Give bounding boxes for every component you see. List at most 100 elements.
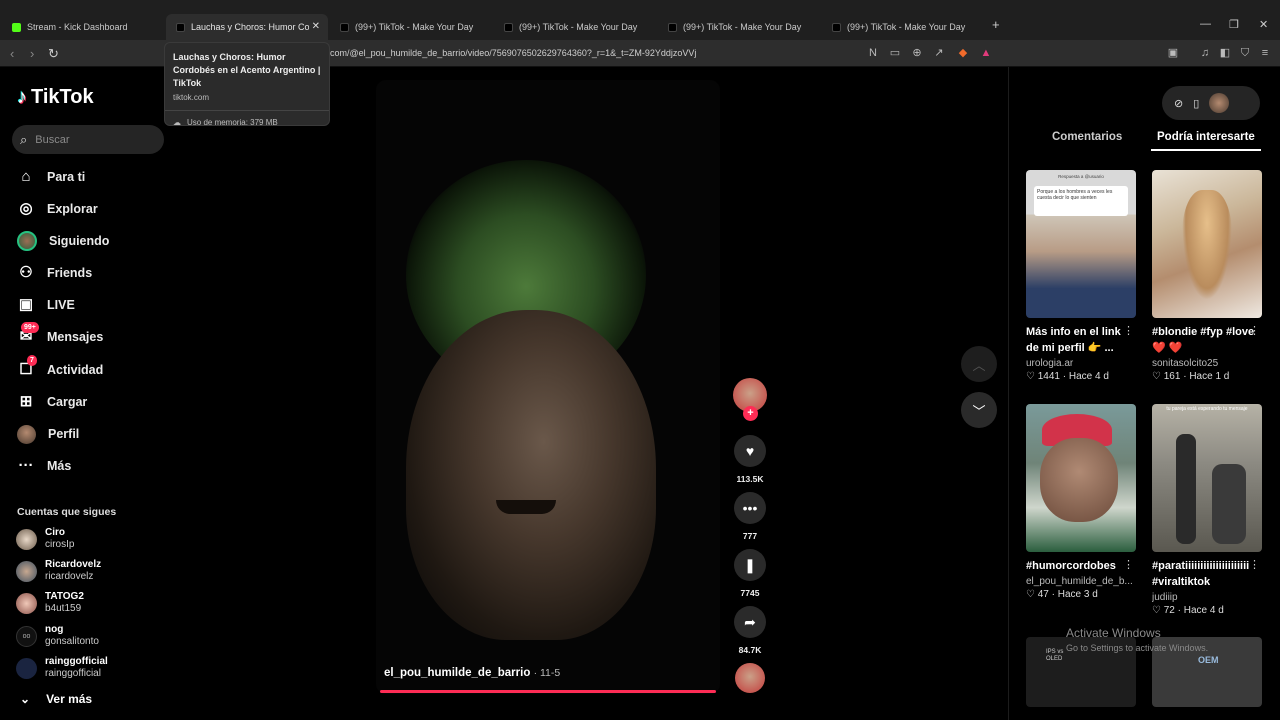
kebab-menu-icon[interactable]: ⋮ xyxy=(1123,324,1134,337)
sidebar-item-explorar[interactable]: ◎ Explorar xyxy=(17,197,97,221)
card-likes: 161 xyxy=(1163,371,1181,382)
browser-tab[interactable]: (99+) TikTok - Make Your Day xyxy=(822,14,984,40)
sidebar-item-mas[interactable]: ··· Más xyxy=(17,454,72,478)
browser-tab[interactable]: (99+) TikTok - Make Your Day xyxy=(494,14,656,40)
new-tab-button[interactable]: + xyxy=(992,17,1000,32)
music-icon[interactable]: ♫ xyxy=(1198,46,1212,60)
restore-icon[interactable]: ❐ xyxy=(1229,18,1239,31)
tab-label: (99+) TikTok - Make Your Day xyxy=(519,22,638,32)
search-input[interactable]: ⌕ Buscar xyxy=(12,125,164,154)
sidebar-item-siguiendo[interactable]: Siguiendo xyxy=(17,229,109,253)
back-icon[interactable]: ‹ xyxy=(10,46,14,61)
browser-tab-active[interactable]: Lauchas y Choros: Humor Cordo ✕ xyxy=(166,14,328,40)
video-author: el_pou_humilde_de_barrio xyxy=(384,667,531,679)
video-frame-face xyxy=(406,310,656,640)
previous-video-button[interactable]: ︿ xyxy=(961,346,997,382)
close-tab-icon[interactable]: ✕ xyxy=(312,21,320,32)
video-player[interactable] xyxy=(376,80,720,694)
share-button[interactable]: ➦ xyxy=(734,606,766,638)
zoom-icon[interactable]: ⊕ xyxy=(910,46,924,60)
account-handle: cirosIp xyxy=(45,539,75,550)
comment-count: 777 xyxy=(742,531,758,541)
suggested-video-card[interactable]: #humorcordobes ⋮ el_pou_humilde_de_b... … xyxy=(1026,404,1136,600)
user-avatar[interactable] xyxy=(1209,93,1230,113)
home-icon: ⌂ xyxy=(21,168,31,185)
followed-account[interactable]: TATOG2 b4ut159 xyxy=(16,591,84,615)
messages-icon: ✉ 99+ xyxy=(17,322,39,346)
close-window-icon[interactable]: ✕ xyxy=(1259,18,1268,31)
suggested-video-card[interactable]: Respuesta a @usuario Porque a los hombre… xyxy=(1026,170,1136,382)
followed-account[interactable]: rainggofficial rainggofficial xyxy=(16,656,108,680)
save-button[interactable]: ❚ xyxy=(734,549,766,581)
browser-tab[interactable]: Stream - Kick Dashboard xyxy=(2,14,162,40)
share-icon[interactable]: ↗ xyxy=(932,46,946,60)
vpn-icon[interactable]: ⛉ xyxy=(1238,46,1252,60)
followed-account[interactable]: Ciro cirosIp xyxy=(16,527,74,551)
browser-tab[interactable]: (99+) TikTok - Make Your Day xyxy=(330,14,492,40)
sidebar-item-perfil[interactable]: Perfil xyxy=(17,422,79,446)
follow-plus-icon[interactable]: + xyxy=(743,406,758,421)
kick-icon xyxy=(12,22,21,32)
followed-account[interactable]: oo nog gonsalitonto xyxy=(16,624,99,648)
tiktok-logo[interactable]: ♪ TikTok xyxy=(17,86,94,109)
thumbnail-face xyxy=(1040,438,1118,522)
kebab-menu-icon[interactable]: ⋮ xyxy=(1123,558,1134,571)
video-author-line[interactable]: el_pou_humilde_de_barrio · 11-5 xyxy=(384,667,560,679)
next-video-button[interactable]: ﹀ xyxy=(961,392,997,428)
cloud-icon: ☁ xyxy=(173,118,181,127)
rewards-icon[interactable]: ▲ xyxy=(979,46,993,60)
sound-avatar[interactable] xyxy=(735,663,765,693)
cast-icon[interactable]: ▭ xyxy=(888,46,902,60)
comment-button[interactable]: ••• xyxy=(734,492,766,524)
video-thumbnail xyxy=(1152,170,1262,318)
minimize-icon[interactable]: — xyxy=(1200,18,1211,30)
suggested-video-card[interactable]: #blondie #fyp #love ❤️ ❤️ ⋮ sonitasolcit… xyxy=(1152,170,1262,382)
activate-windows-title: Activate Windows xyxy=(1066,626,1161,640)
sidebar-item-label: Más xyxy=(47,459,72,473)
sidebar-toggle-icon[interactable]: ▣ xyxy=(1166,46,1180,60)
sidebar-item-live[interactable]: ▣ LIVE xyxy=(17,293,75,317)
profile-icon xyxy=(17,424,36,444)
split-view-icon[interactable]: ◧ xyxy=(1218,46,1232,60)
url-field[interactable]: com/@el_pou_humilde_de_barrio/video/7569… xyxy=(330,48,696,58)
browser-tab[interactable]: (99+) TikTok - Make Your Day xyxy=(658,14,820,40)
kebab-menu-icon[interactable]: ⋮ xyxy=(1249,558,1260,571)
avatar xyxy=(16,592,37,614)
chevron-up-icon: ︿ xyxy=(972,357,986,373)
kebab-menu-icon[interactable]: ⋮ xyxy=(1249,324,1260,337)
reload-icon[interactable]: ↻ xyxy=(48,46,59,62)
brave-shield-icon[interactable]: ◆ xyxy=(956,46,970,60)
menu-icon[interactable]: ≡ xyxy=(1258,46,1272,60)
card-likes: 1441 xyxy=(1037,371,1060,382)
tiktok-icon xyxy=(504,22,513,32)
reader-icon[interactable]: N xyxy=(866,46,880,60)
sidebar-item-actividad[interactable]: ☐ 7 Actividad xyxy=(17,355,103,382)
tooltip-divider xyxy=(165,110,329,111)
heart-outline-icon: ♡ xyxy=(1026,371,1038,382)
thumbnail-reply-header: Respuesta a @usuario xyxy=(1058,174,1104,179)
suggested-video-card[interactable]: tu pareja está esperando tu mensaje #par… xyxy=(1152,404,1262,616)
tab-comentarios[interactable]: Comentarios xyxy=(1052,131,1122,143)
tab-label: (99+) TikTok - Make Your Day xyxy=(847,22,966,32)
share-count: 84.7K xyxy=(738,645,762,655)
sidebar-item-friends[interactable]: ⚇ Friends xyxy=(17,261,92,285)
tab-podria-interesarte[interactable]: Podría interesarte xyxy=(1151,131,1261,151)
tab-label: Lauchas y Choros: Humor Cordo xyxy=(191,22,309,32)
forward-icon[interactable]: › xyxy=(30,46,34,61)
video-progress-bar[interactable] xyxy=(380,690,716,693)
sidebar-item-cargar[interactable]: ⊞ Cargar xyxy=(17,390,88,414)
heart-outline-icon: ♡ xyxy=(1152,371,1164,382)
messages-badge: 99+ xyxy=(21,322,39,333)
followed-account[interactable]: Ricardovelz ricardovelz xyxy=(16,559,101,583)
sidebar-item-mensajes[interactable]: ✉ 99+ Mensajes xyxy=(17,322,103,349)
card-time: Hace 1 d xyxy=(1189,371,1230,382)
thumbnail-text: Porque a los hombres a veces les cuesta … xyxy=(1034,186,1128,216)
compass-small-icon[interactable]: ⊘ xyxy=(1174,97,1183,110)
device-icon[interactable]: ▯ xyxy=(1193,97,1199,110)
card-likes: 72 xyxy=(1163,605,1175,616)
card-time: Hace 3 d xyxy=(1057,589,1098,600)
sidebar-item-para-ti[interactable]: ⌂ Para ti xyxy=(17,165,85,189)
like-button[interactable]: ♥ xyxy=(734,435,766,467)
see-more-button[interactable]: ⌄ Ver más xyxy=(20,692,92,706)
following-icon xyxy=(17,231,37,251)
